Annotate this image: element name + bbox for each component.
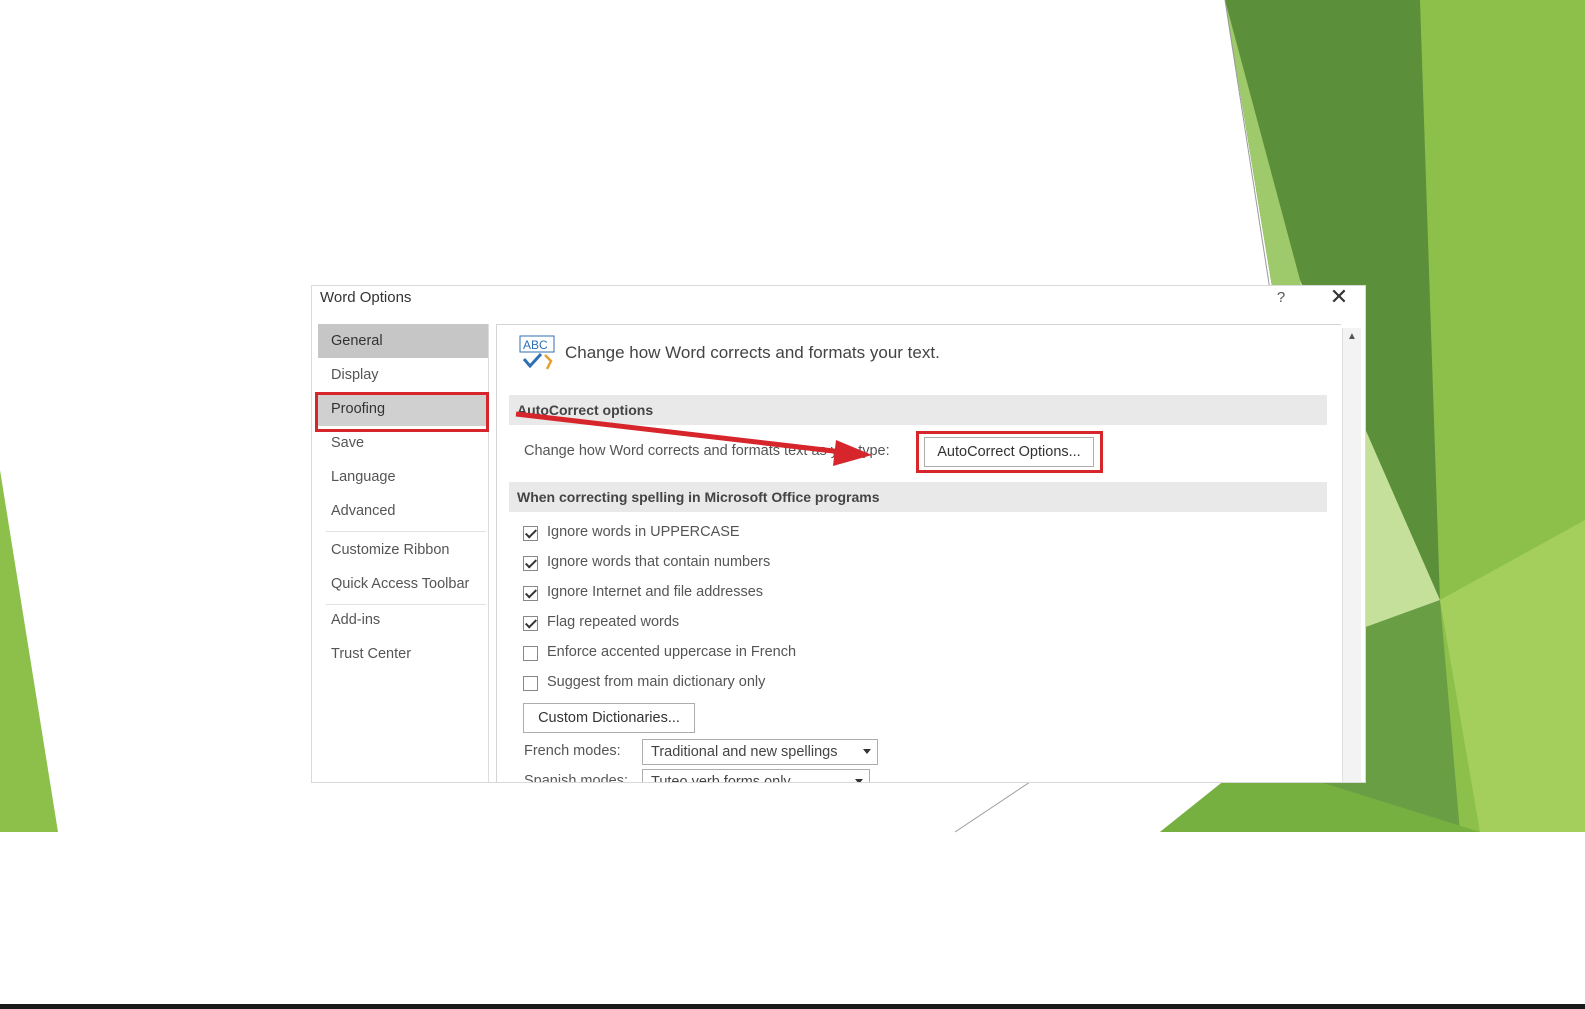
proofing-content: ABC Change how Word corrects and formats… bbox=[496, 324, 1341, 782]
checkbox[interactable] bbox=[523, 586, 538, 601]
custom-dictionaries-button[interactable]: Custom Dictionaries... bbox=[523, 703, 695, 733]
spanish-modes-label: Spanish modes: bbox=[524, 773, 628, 782]
dialog-title: Word Options bbox=[320, 289, 412, 306]
vertical-scrollbar[interactable]: ▲ bbox=[1342, 328, 1361, 782]
nav-item-language[interactable]: Language bbox=[318, 460, 488, 494]
spelling-section-header: When correcting spelling in Microsoft Of… bbox=[509, 482, 1327, 512]
nav-item-add-ins[interactable]: Add-ins bbox=[318, 603, 488, 637]
nav-divider bbox=[326, 531, 486, 532]
chevron-down-icon bbox=[855, 779, 863, 782]
autocorrect-description: Change how Word corrects and formats tex… bbox=[524, 443, 890, 459]
checkbox-label: Ignore words in UPPERCASE bbox=[547, 524, 740, 540]
checkbox[interactable] bbox=[523, 526, 538, 541]
word-options-dialog: Word Options ? ✕ General Display Proofin… bbox=[312, 286, 1365, 782]
nav-item-advanced[interactable]: Advanced bbox=[318, 494, 488, 528]
checkbox[interactable] bbox=[523, 676, 538, 691]
spanish-modes-select[interactable]: Tuteo verb forms only bbox=[642, 769, 870, 782]
chevron-down-icon bbox=[863, 749, 871, 754]
slide-bottom-border bbox=[0, 1004, 1585, 1009]
page-header: Change how Word corrects and formats you… bbox=[565, 343, 940, 362]
checkbox[interactable] bbox=[523, 556, 538, 571]
close-button[interactable]: ✕ bbox=[1326, 286, 1352, 310]
nav-item-quick-access-toolbar[interactable]: Quick Access Toolbar bbox=[318, 567, 488, 601]
abc-icon-label: ABC bbox=[523, 338, 548, 352]
help-button[interactable]: ? bbox=[1270, 286, 1292, 310]
spanish-modes-value: Tuteo verb forms only bbox=[651, 774, 791, 782]
checkbox-label: Flag repeated words bbox=[547, 614, 680, 630]
checkbox[interactable] bbox=[523, 616, 538, 631]
checkbox[interactable] bbox=[523, 646, 538, 661]
abc-check-icon: ABC bbox=[519, 335, 557, 371]
proofing-highlight-box bbox=[315, 392, 489, 432]
scroll-up-arrow-icon[interactable]: ▲ bbox=[1343, 328, 1361, 346]
autocorrect-highlight-box bbox=[916, 431, 1103, 473]
dialog-titlebar: Word Options ? ✕ bbox=[312, 286, 1365, 322]
checkbox-label: Suggest from main dictionary only bbox=[547, 674, 766, 690]
checkbox-label: Ignore words that contain numbers bbox=[547, 554, 771, 570]
checkbox-label: Enforce accented uppercase in French bbox=[547, 644, 797, 660]
nav-item-customize-ribbon[interactable]: Customize Ribbon bbox=[318, 533, 488, 567]
nav-item-general[interactable]: General bbox=[318, 324, 488, 358]
checkbox-label: Ignore Internet and file addresses bbox=[547, 584, 764, 600]
french-modes-value: Traditional and new spellings bbox=[651, 744, 838, 760]
autocorrect-section-header: AutoCorrect options bbox=[509, 395, 1327, 425]
french-modes-label: French modes: bbox=[524, 743, 621, 759]
nav-item-trust-center[interactable]: Trust Center bbox=[318, 637, 488, 671]
nav-item-display[interactable]: Display bbox=[318, 358, 488, 392]
french-modes-select[interactable]: Traditional and new spellings bbox=[642, 739, 878, 765]
